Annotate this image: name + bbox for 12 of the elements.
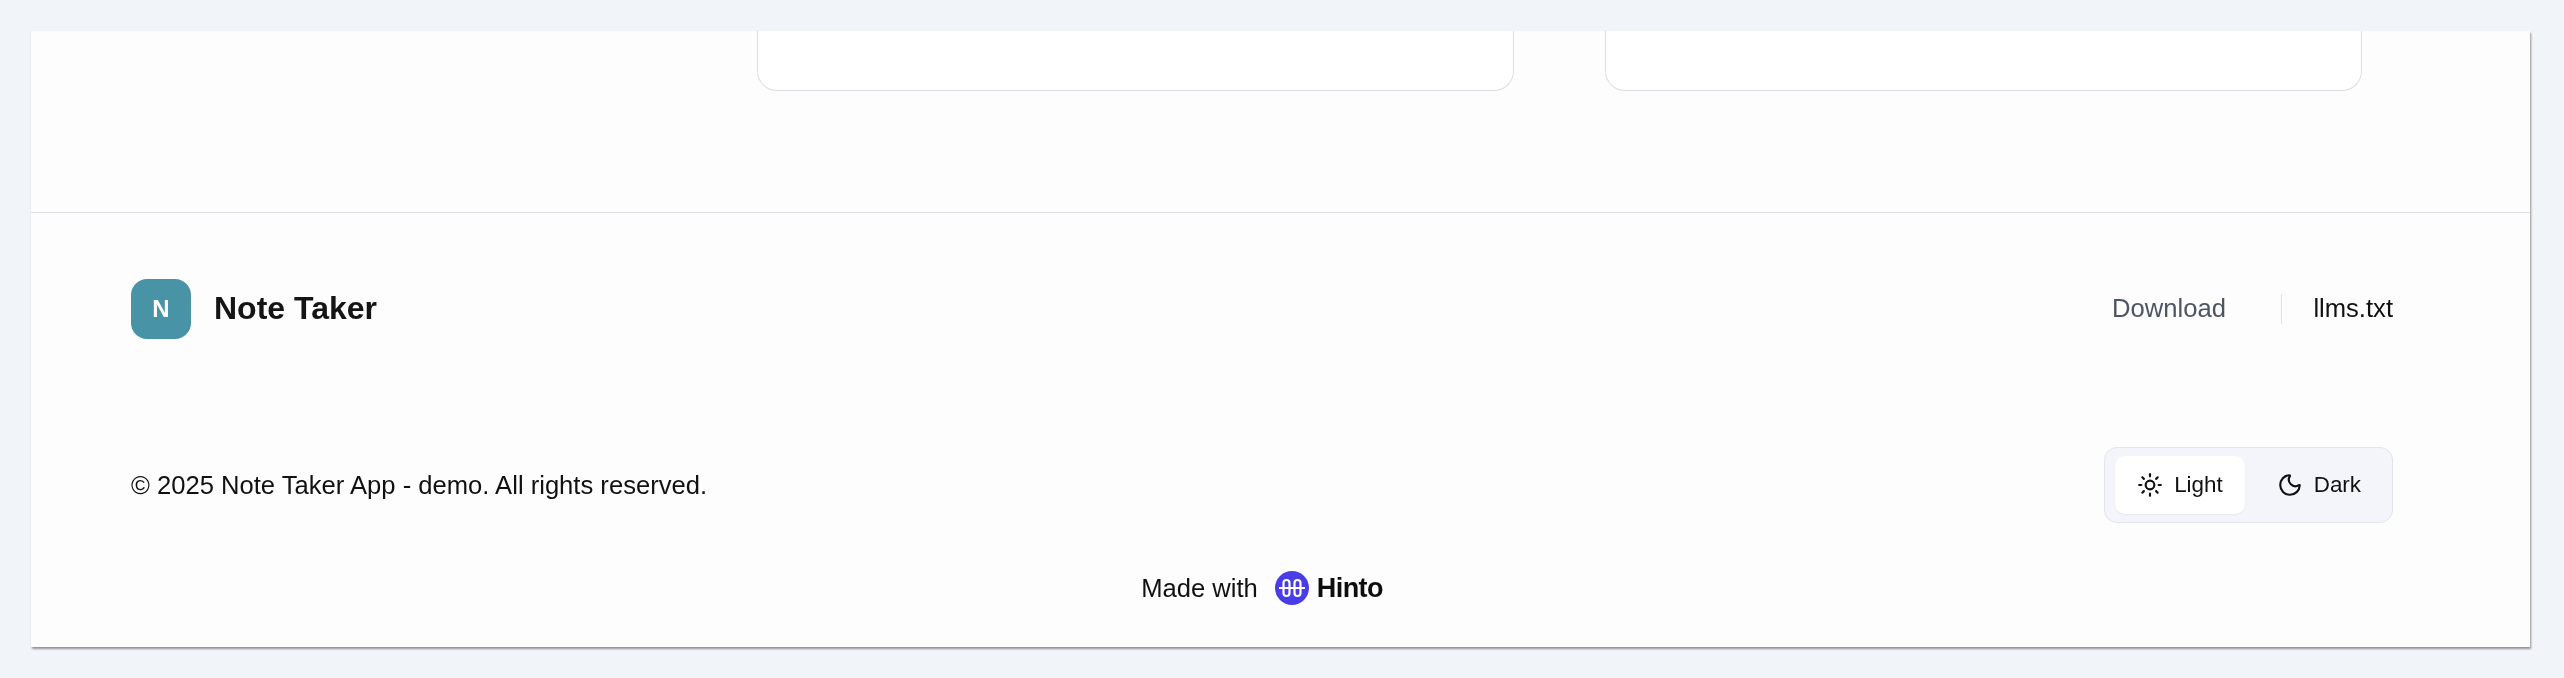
hinto-link[interactable]: Hinto <box>1274 571 1383 605</box>
sun-icon <box>2137 472 2164 498</box>
copyright-text: © 2025 Note Taker App - demo. All rights reserved. <box>131 470 708 500</box>
theme-button[interactable]: Dark <box>2254 456 2383 514</box>
footer-link[interactable]: llms.txt <box>2313 294 2393 323</box>
theme-button[interactable]: Light <box>2115 456 2245 514</box>
footer-link[interactable]: Download <box>2112 294 2226 323</box>
hinto-logo-icon <box>1274 571 1309 605</box>
made-with-text: Made with <box>1141 573 1258 603</box>
moon-icon <box>2276 472 2303 498</box>
brand-name: Note Taker <box>214 290 377 327</box>
logo-mark: N <box>131 278 191 339</box>
